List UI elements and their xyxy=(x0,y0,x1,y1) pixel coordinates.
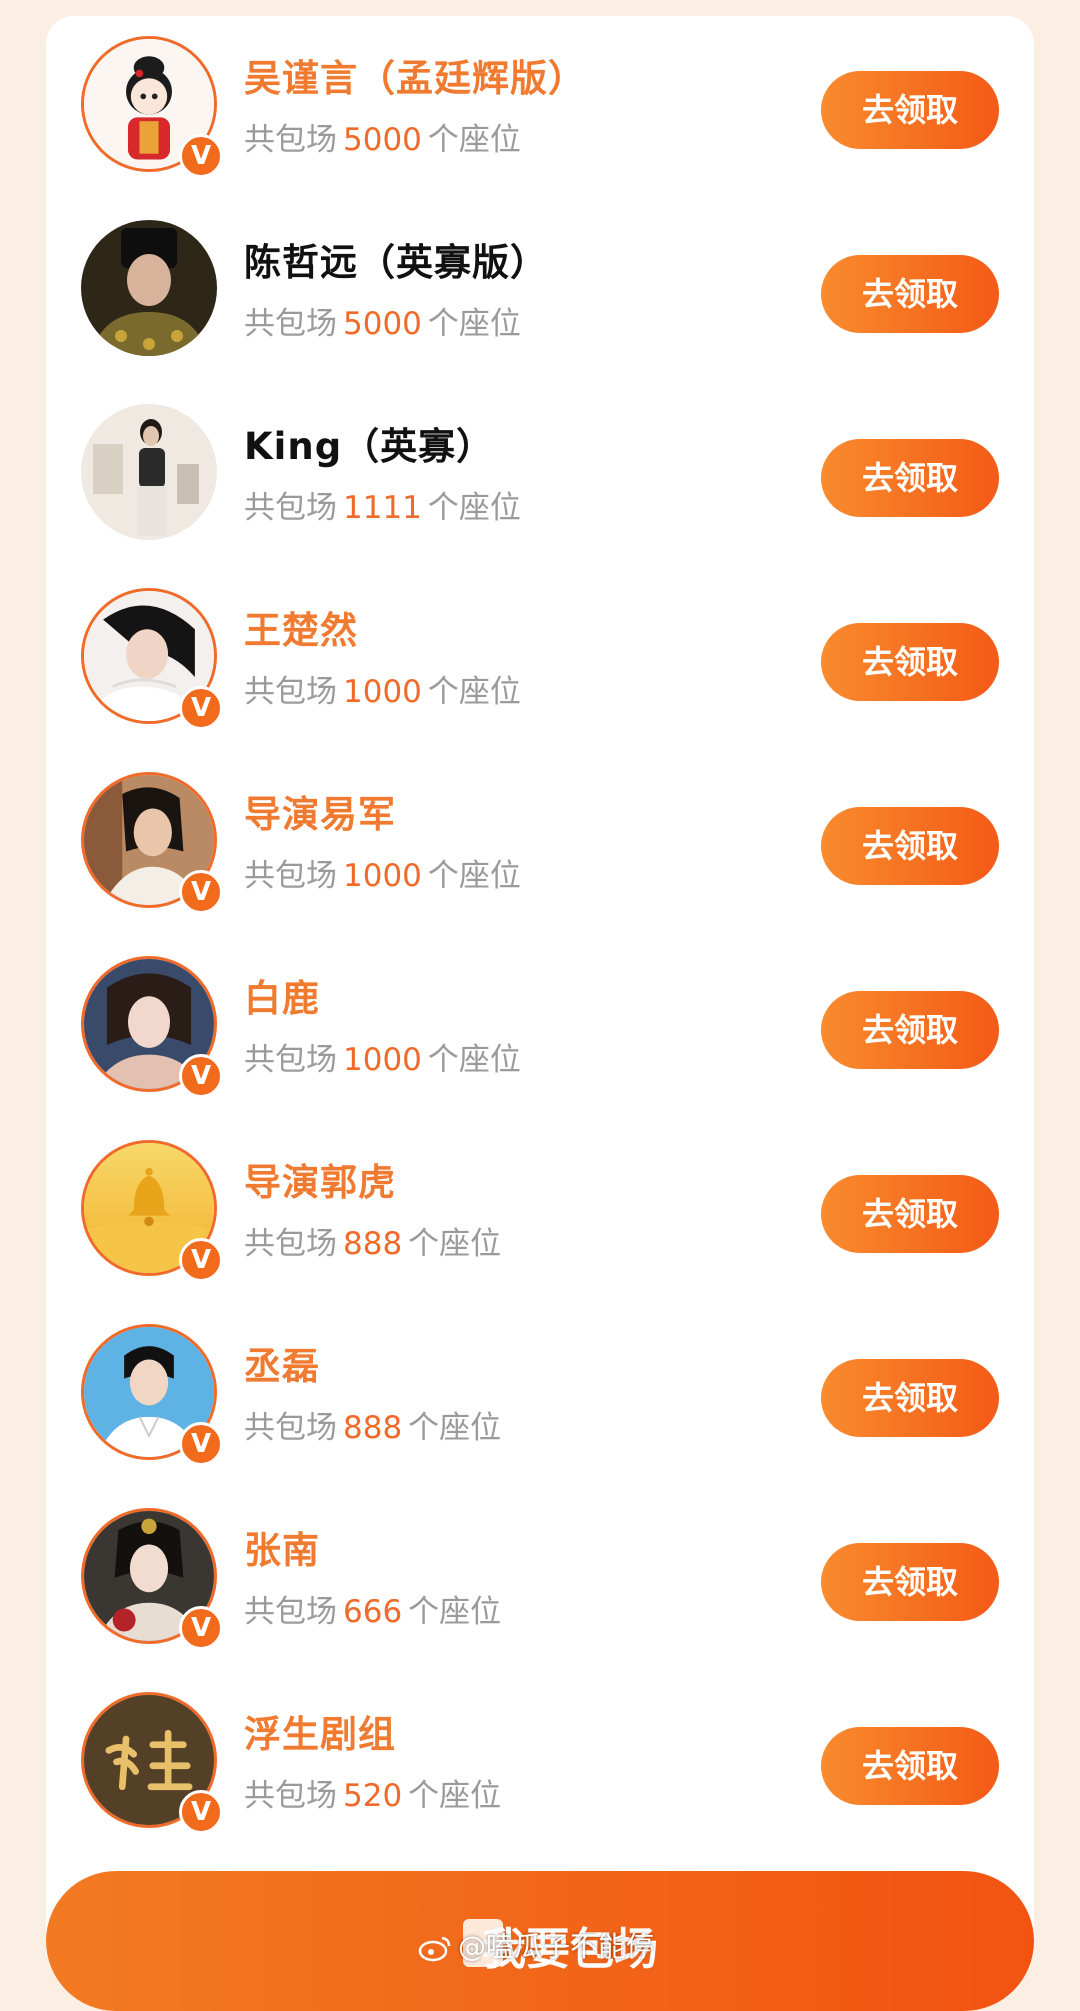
seat-count: 共包场 5000 个座位 xyxy=(244,306,521,342)
seat-count: 共包场 888 个座位 xyxy=(244,1410,502,1446)
claim-button[interactable]: 去领取 xyxy=(821,991,999,1069)
seat-count: 共包场 1000 个座位 xyxy=(244,1042,521,1078)
seat-count: 共包场 888 个座位 xyxy=(244,1226,502,1262)
user-name[interactable]: 张南 xyxy=(244,1520,320,1574)
list-item: V 丞磊 共包场 888 个座位 去领取 xyxy=(46,1304,1034,1488)
verified-badge-icon: V xyxy=(179,686,223,730)
list-item: King（英寡） 共包场 1111 个座位 去领取 xyxy=(46,384,1034,568)
list-item: V 白鹿 共包场 1000 个座位 去领取 xyxy=(46,936,1034,1120)
avatar[interactable] xyxy=(81,220,217,356)
claim-button[interactable]: 去领取 xyxy=(821,71,999,149)
claim-button[interactable]: 去领取 xyxy=(821,1727,999,1805)
user-name[interactable]: King（英寡） xyxy=(244,416,494,470)
avatar[interactable] xyxy=(81,404,217,540)
photo-avatar-icon xyxy=(81,404,217,540)
seat-count: 共包场 1000 个座位 xyxy=(244,858,521,894)
watermark-text: @嗑瓜子不能停 xyxy=(458,1930,655,1963)
verified-badge-icon: V xyxy=(179,1054,223,1098)
claim-button[interactable]: 去领取 xyxy=(821,439,999,517)
avatar[interactable]: V xyxy=(81,588,223,730)
avatar[interactable]: V xyxy=(81,1692,223,1834)
avatar[interactable]: V xyxy=(81,36,223,178)
user-name[interactable]: 王楚然 xyxy=(244,600,358,654)
watermark: @嗑瓜子不能停 xyxy=(418,1925,654,1965)
seat-count: 共包场 666 个座位 xyxy=(244,1594,502,1630)
list-item: V 吴谨言（孟廷辉版） 共包场 5000 个座位 去领取 xyxy=(46,16,1034,200)
avatar[interactable]: V xyxy=(81,956,223,1098)
user-name[interactable]: 吴谨言（孟廷辉版） xyxy=(244,48,586,102)
list-item: V 王楚然 共包场 1000 个座位 去领取 xyxy=(46,568,1034,752)
verified-badge-icon: V xyxy=(179,870,223,914)
claim-button[interactable]: 去领取 xyxy=(821,1359,999,1437)
avatar[interactable]: V xyxy=(81,1140,223,1282)
list-item: V 导演易军 共包场 1000 个座位 去领取 xyxy=(46,752,1034,936)
sponsor-list-card: V 吴谨言（孟廷辉版） 共包场 5000 个座位 去领取 陈哲远（英寡版） 共包场 5… xyxy=(46,16,1034,1976)
claim-button[interactable]: 去领取 xyxy=(821,807,999,885)
claim-button[interactable]: 去领取 xyxy=(821,1175,999,1253)
avatar[interactable]: V xyxy=(81,772,223,914)
user-name[interactable]: 白鹿 xyxy=(244,968,320,1022)
seat-count: 共包场 1111 个座位 xyxy=(244,490,521,526)
claim-button[interactable]: 去领取 xyxy=(821,255,999,333)
user-name[interactable]: 导演易军 xyxy=(244,784,396,838)
user-name[interactable]: 陈哲远（英寡版） xyxy=(244,232,548,286)
verified-badge-icon: V xyxy=(179,1606,223,1650)
avatar[interactable]: V xyxy=(81,1508,223,1650)
list-item: 陈哲远（英寡版） 共包场 5000 个座位 去领取 xyxy=(46,200,1034,384)
list-item: V 导演郭虎 共包场 888 个座位 去领取 xyxy=(46,1120,1034,1304)
verified-badge-icon: V xyxy=(179,1790,223,1834)
seat-count: 共包场 5000 个座位 xyxy=(244,122,521,158)
claim-button[interactable]: 去领取 xyxy=(821,1543,999,1621)
photo-avatar-icon xyxy=(81,220,217,356)
verified-badge-icon: V xyxy=(179,134,223,178)
user-name[interactable]: 导演郭虎 xyxy=(244,1152,396,1206)
claim-button[interactable]: 去领取 xyxy=(821,623,999,701)
verified-badge-icon: V xyxy=(179,1238,223,1282)
user-name[interactable]: 浮生剧组 xyxy=(244,1704,396,1758)
list-item: V 张南 共包场 666 个座位 去领取 xyxy=(46,1488,1034,1672)
weibo-logo-icon xyxy=(418,1936,451,1962)
verified-badge-icon: V xyxy=(179,1422,223,1466)
list-item: V 浮生剧组 共包场 520 个座位 去领取 xyxy=(46,1672,1034,1856)
avatar[interactable]: V xyxy=(81,1324,223,1466)
user-name[interactable]: 丞磊 xyxy=(244,1336,320,1390)
seat-count: 共包场 1000 个座位 xyxy=(244,674,521,710)
seat-count: 共包场 520 个座位 xyxy=(244,1778,502,1814)
